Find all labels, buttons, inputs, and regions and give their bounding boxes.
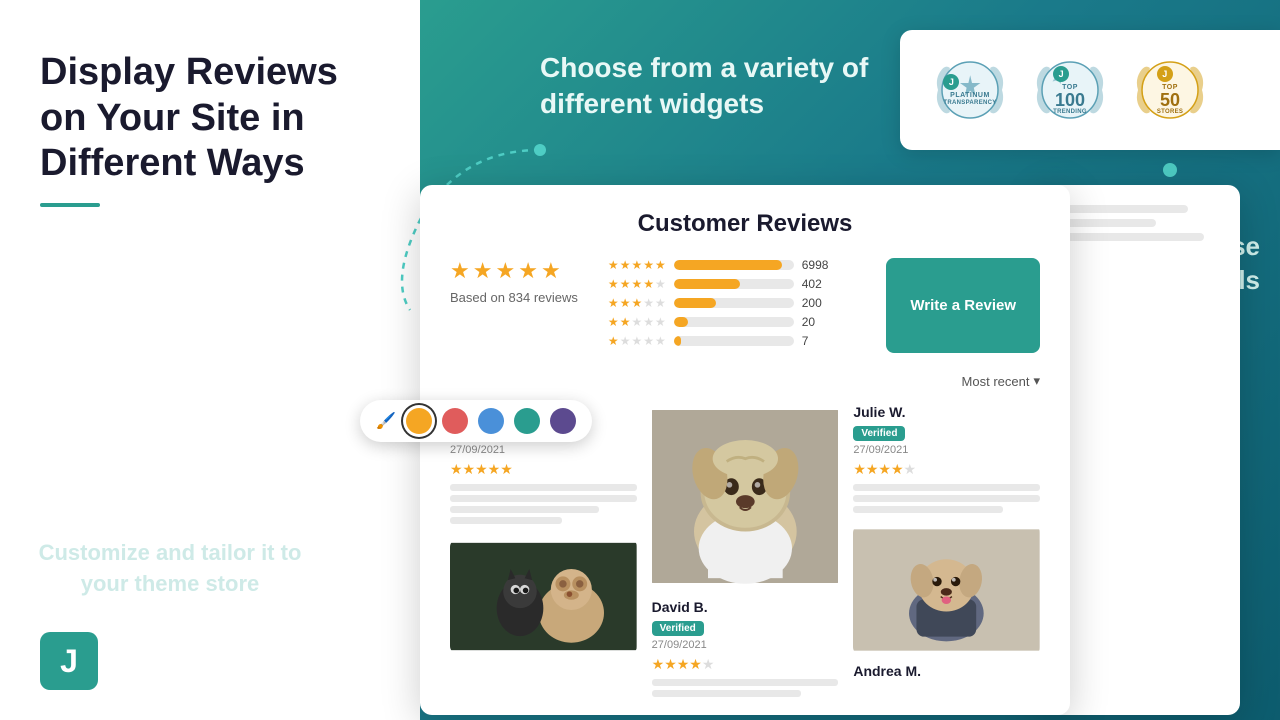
widget-card: Customer Reviews ★ ★ ★ ★ ★ Based on 834 … <box>420 185 1070 715</box>
choose-text: Choose from a variety of different widge… <box>540 50 920 123</box>
reviews-grid: Laura J. Verified 27/09/2021 ★★★★★ <box>450 404 1040 697</box>
small-dog-image <box>853 525 1040 655</box>
bar-row-2: ★★★★★ 20 <box>608 315 856 329</box>
badge-j-top50: J <box>1157 66 1173 82</box>
badges-panel: J PLATINUM TRANSPARENCY J TOP 100 TRENDI… <box>900 30 1280 150</box>
badge-top50: J TOP 50 STORES <box>1130 50 1210 130</box>
rating-bars: ★★★★★ 6998 ★★★★★ 402 ★★★★★ 200 ★★★★★ 20 <box>608 258 856 353</box>
customize-text: Customize and tailor it to your theme st… <box>30 538 310 600</box>
color-purple[interactable] <box>550 408 576 434</box>
sort-row: Most recent ▾ <box>450 373 1040 389</box>
left-panel: Display Reviews on Your Site in Differen… <box>0 0 420 720</box>
bar-row-4: ★★★★★ 402 <box>608 277 856 291</box>
review-dog-column: David B. Verified 27/09/2021 ★★★★★ <box>652 404 839 697</box>
bar-row-1: ★★★★★ 7 <box>608 334 856 348</box>
color-yellow[interactable] <box>406 408 432 434</box>
right-card-content <box>1060 205 1220 241</box>
widget-card-right <box>1040 185 1240 715</box>
write-review-button[interactable]: Write a Review <box>886 258 1040 353</box>
j-logo: J <box>40 632 98 690</box>
color-red[interactable] <box>442 408 468 434</box>
bar-row-5: ★★★★★ 6998 <box>608 258 856 272</box>
paint-icon: 🖌️ <box>376 411 396 431</box>
badge-platinum: J PLATINUM TRANSPARENCY <box>930 50 1010 130</box>
dog-image-container <box>652 404 839 589</box>
cat-bear-image <box>450 539 637 654</box>
title-underline <box>40 203 100 207</box>
based-on-text: Based on 834 reviews <box>450 290 578 305</box>
badge-j-top100: J <box>1053 66 1069 82</box>
review-julie-column: Julie W. Verified 27/09/2021 ★★★★★ <box>853 404 1040 697</box>
badge-j-platinum: J <box>943 74 959 90</box>
bar-row-3: ★★★★★ 200 <box>608 296 856 310</box>
widget-title: Customer Reviews <box>450 210 1040 238</box>
widget-top: ★ ★ ★ ★ ★ Based on 834 reviews ★★★★★ 699… <box>450 258 1040 353</box>
review-andrea: Andrea M. <box>853 663 1040 679</box>
color-teal[interactable] <box>514 408 540 434</box>
color-toolbar: 🖌️ <box>360 400 592 442</box>
rating-summary: ★ ★ ★ ★ ★ Based on 834 reviews <box>450 258 578 353</box>
badge-top100: J TOP 100 TRENDING <box>1030 50 1110 130</box>
dot-decoration <box>1163 163 1177 177</box>
big-stars: ★ ★ ★ ★ ★ <box>450 258 578 284</box>
main-title: Display Reviews on Your Site in Differen… <box>40 50 380 187</box>
review-laura: Laura J. Verified 27/09/2021 ★★★★★ <box>450 404 637 697</box>
cat-bear-container <box>450 539 637 654</box>
color-blue[interactable] <box>478 408 504 434</box>
